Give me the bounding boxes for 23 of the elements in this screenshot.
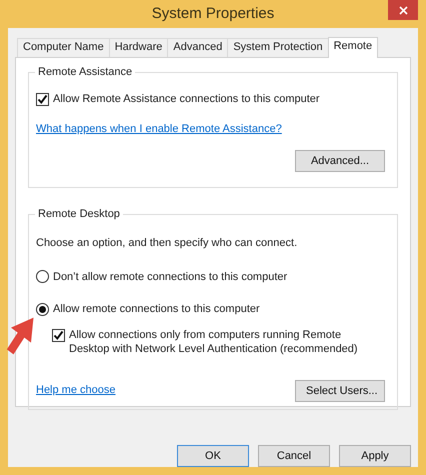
radio-button[interactable] <box>36 270 49 284</box>
close-icon <box>398 6 408 14</box>
radio-label: Don’t allow remote connections to this computer <box>53 270 288 284</box>
dialog-button[interactable]: Cancel <box>258 445 330 467</box>
radio-label: Allow remote connections to this computer <box>53 302 260 317</box>
tab[interactable]: Computer Name <box>17 38 110 57</box>
close-button[interactable] <box>388 0 418 20</box>
instruction-text: Choose an option, and then specify who can connect. <box>36 237 298 249</box>
checkbox[interactable] <box>36 92 49 106</box>
select-users-button[interactable]: Select Users... <box>295 380 385 402</box>
help-link[interactable]: What happens when I enable Remote Assistance? <box>36 122 282 134</box>
group-title: Remote Desktop <box>35 207 123 222</box>
radio-button[interactable] <box>36 302 49 316</box>
pointer-arrow-icon <box>6 316 36 356</box>
window-title: System Properties <box>152 4 274 24</box>
checkbox[interactable] <box>52 328 65 342</box>
tab[interactable]: Remote <box>328 37 378 58</box>
checkbox-label: Allow Remote Assistance connections to this computer <box>53 92 320 107</box>
dialog-button[interactable]: Apply <box>339 445 411 467</box>
advanced-button[interactable]: Advanced... <box>295 150 385 172</box>
dialog-button[interactable]: OK <box>177 445 249 467</box>
checkbox-label: Allow connections only from computers running Remote Desktop with Network Level Authentication (recommended) <box>69 328 359 356</box>
help-link[interactable]: Help me choose <box>36 382 116 399</box>
